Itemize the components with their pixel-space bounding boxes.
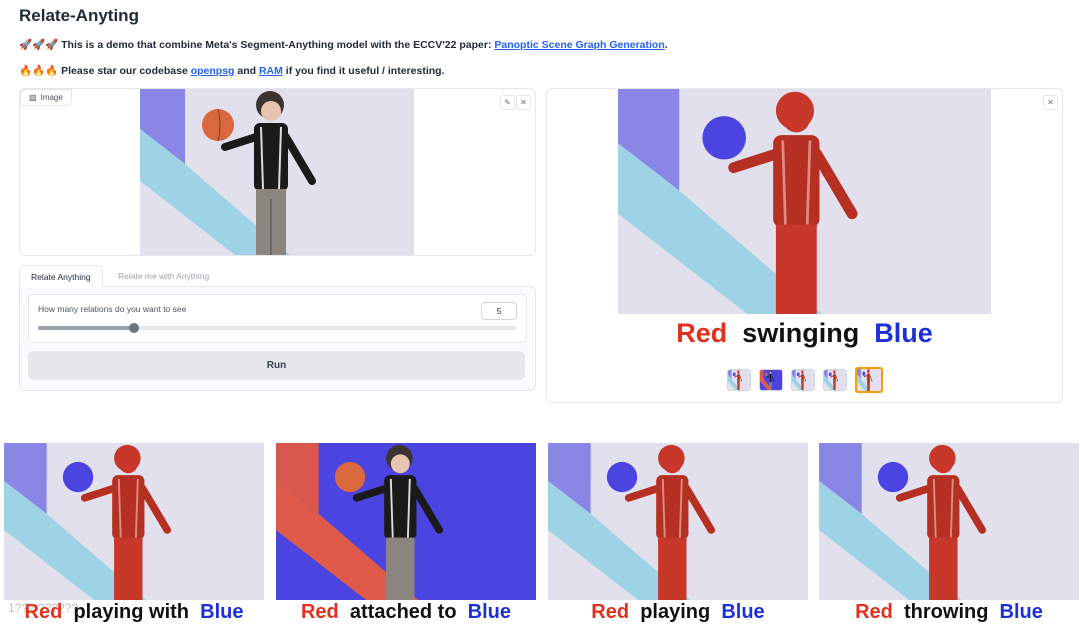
- intro-line-1: 🚀🚀🚀 This is a demo that combine Meta's S…: [19, 39, 668, 51]
- caption-relation: playing: [629, 601, 722, 623]
- image-input-panel[interactable]: ▨ Image ✎ ✕: [19, 88, 536, 256]
- ram-link[interactable]: RAM: [259, 65, 283, 77]
- caption-object: Blue: [999, 601, 1043, 623]
- tabs-container: How many relations do you want to see 5 …: [19, 265, 536, 391]
- caption-object: Blue: [200, 601, 244, 623]
- result-caption: Red throwing Blue: [819, 601, 1079, 624]
- gallery-thumbnail[interactable]: [854, 367, 883, 393]
- tab-panel-relate-anything: How many relations do you want to see 5 …: [19, 286, 536, 391]
- tab-relate-me-with-anything[interactable]: Relate me with Anything: [107, 265, 220, 287]
- output-image: [618, 89, 991, 314]
- close-icon[interactable]: ✕: [1043, 95, 1058, 110]
- caption-relation: attached to: [338, 601, 468, 623]
- relations-slider-box: How many relations do you want to see 5: [28, 294, 527, 343]
- result-image: [548, 443, 808, 600]
- caption-relation: playing with: [62, 601, 201, 623]
- slider-fill: [38, 326, 134, 330]
- output-caption: Red swinging Blue: [676, 318, 933, 348]
- input-image[interactable]: [140, 89, 414, 255]
- tab-relate-anything[interactable]: Relate Anything: [19, 265, 103, 288]
- watermark: 1??? ??????: [8, 601, 79, 615]
- relations-slider-track[interactable]: [38, 323, 516, 333]
- run-button[interactable]: Run: [28, 351, 525, 380]
- slider-label: How many relations do you want to see: [38, 304, 187, 314]
- relations-number-input[interactable]: 5: [481, 302, 517, 320]
- gallery-thumbnail[interactable]: [822, 369, 847, 391]
- caption-object: Blue: [467, 601, 512, 623]
- caption-relation: throwing: [892, 601, 1000, 623]
- result-image: [4, 443, 264, 600]
- slider-thumb[interactable]: [128, 323, 139, 333]
- result-caption: Red playing Blue: [548, 601, 808, 624]
- gallery-thumbnails: [547, 367, 1062, 393]
- result-image: [276, 443, 536, 600]
- caption-subject: Red: [591, 601, 630, 623]
- output-panel: Red swinging Blue ✕: [546, 88, 1063, 403]
- image-icon: ▨: [29, 93, 37, 102]
- gallery-thumbnail[interactable]: [790, 369, 815, 391]
- close-icon[interactable]: ✕: [516, 95, 531, 110]
- intro-line-2: 🔥🔥🔥 Please star our codebase openpsg and…: [19, 65, 445, 77]
- app-title: Relate-Anyting: [19, 6, 139, 25]
- caption-object: Blue: [721, 601, 765, 623]
- gallery-thumbnail[interactable]: [726, 369, 751, 391]
- gallery-thumbnail[interactable]: [758, 369, 783, 391]
- psg-paper-link[interactable]: Panoptic Scene Graph Generation: [494, 39, 664, 51]
- result-image: [819, 443, 1079, 600]
- openpsg-link[interactable]: openpsg: [191, 65, 235, 77]
- result-caption: Red attached to Blue: [276, 601, 536, 624]
- image-label-badge: ▨ Image: [20, 89, 72, 106]
- caption-subject: Red: [855, 601, 893, 623]
- caption-subject: Red: [300, 601, 339, 623]
- pencil-icon[interactable]: ✎: [500, 95, 515, 110]
